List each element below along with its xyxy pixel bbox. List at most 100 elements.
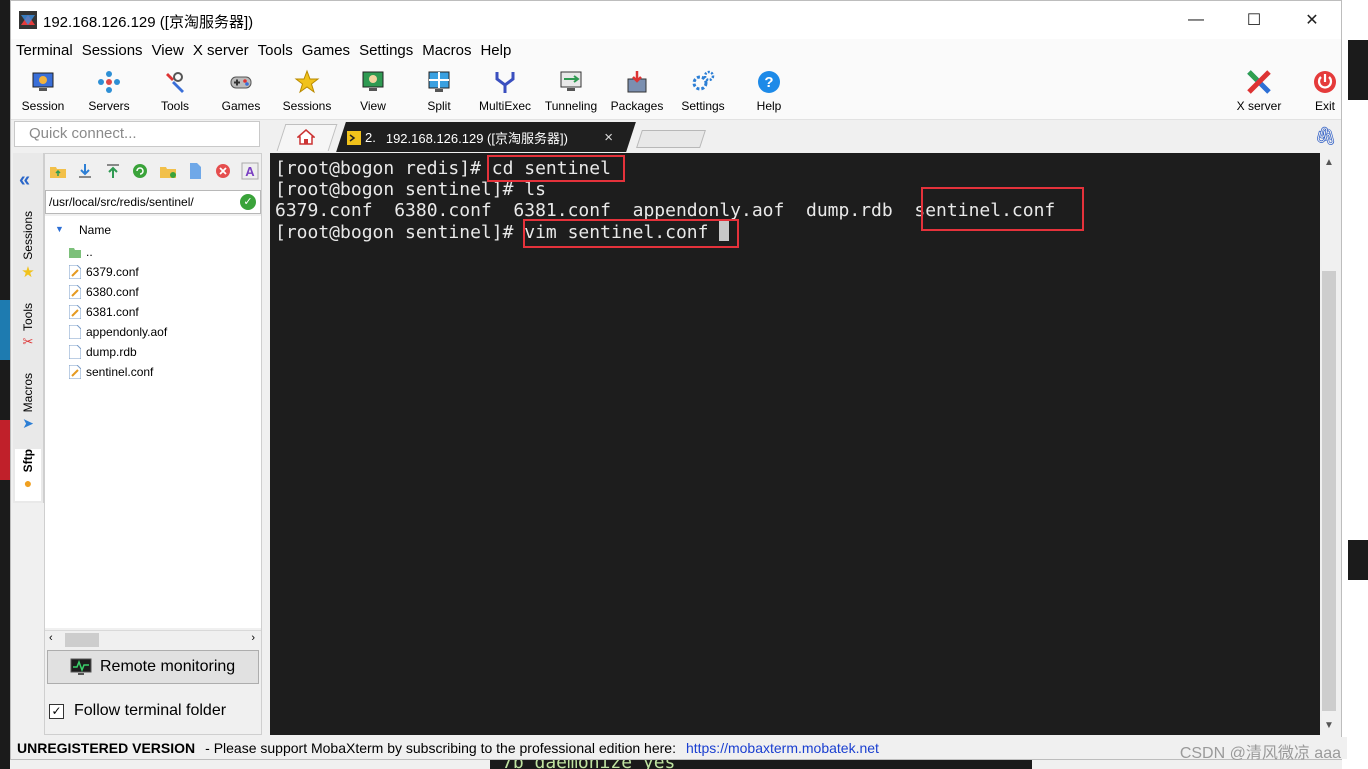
- menu-bar: Terminal Sessions View X server Tools Ga…: [11, 39, 1341, 63]
- sidetab-sftp[interactable]: Sftp ●: [15, 449, 41, 501]
- scroll-up-icon[interactable]: ▲: [1324, 157, 1334, 168]
- exit-button[interactable]: Exit: [1293, 65, 1357, 117]
- background-stripe: [0, 420, 10, 480]
- close-button[interactable]: ✕: [1283, 1, 1341, 39]
- power-icon: [1314, 71, 1336, 93]
- list-item[interactable]: 6381.conf: [69, 302, 139, 322]
- unregistered-label: UNREGISTERED VERSION: [17, 740, 196, 756]
- menu-macros[interactable]: Macros: [417, 39, 476, 63]
- send-icon: ➤: [22, 415, 34, 432]
- servers-button[interactable]: Servers: [77, 65, 141, 117]
- list-item[interactable]: ..: [69, 242, 93, 262]
- highlight-box: [487, 155, 625, 182]
- split-button[interactable]: Split: [407, 65, 471, 117]
- view-button[interactable]: View: [341, 65, 405, 117]
- toolbar: Session Servers Tools Games Sessions Vie…: [11, 63, 1341, 120]
- terminal-line: [root@bogon redis]# cd sentinel: [275, 158, 611, 179]
- star-icon: [294, 69, 320, 94]
- servers-icon: [98, 71, 120, 93]
- scroll-left-icon[interactable]: ‹: [49, 632, 53, 644]
- tab-session-2-content: 2. 192.168.126.129 ([京淘服务器]) ×: [347, 128, 627, 147]
- collapse-chevron-icon[interactable]: «: [19, 169, 30, 192]
- menu-games[interactable]: Games: [297, 39, 355, 63]
- gear-icon: [692, 70, 715, 91]
- new-folder-icon[interactable]: [159, 162, 177, 180]
- sftp-file-list: ▼ Name .. 6379.conf 6380.conf 6381.conf: [45, 216, 261, 628]
- sidetab-sessions[interactable]: Sessions ★: [15, 211, 41, 291]
- list-item[interactable]: appendonly.aof: [69, 322, 167, 342]
- watermark: CSDN @清风微凉 aaa: [1179, 745, 1341, 762]
- menu-view[interactable]: View: [147, 39, 189, 63]
- tunneling-button[interactable]: Tunneling: [539, 65, 603, 117]
- background-stripe: [0, 300, 10, 360]
- games-button[interactable]: Games: [209, 65, 273, 117]
- list-item[interactable]: 6379.conf: [69, 262, 139, 282]
- folder-up-icon[interactable]: [49, 162, 67, 180]
- horizontal-scrollbar[interactable]: ‹ ›: [45, 630, 261, 649]
- delete-icon[interactable]: [214, 162, 232, 180]
- config-file-icon: [69, 305, 81, 319]
- paperclip-icon[interactable]: 🖇: [1314, 126, 1337, 147]
- sort-arrow-icon: ▼: [55, 224, 64, 234]
- new-tab-button[interactable]: [636, 130, 706, 148]
- menu-xserver[interactable]: X server: [188, 39, 254, 63]
- menu-help[interactable]: Help: [475, 39, 516, 63]
- xserver-button[interactable]: X server: [1227, 65, 1291, 117]
- app-icon: [19, 11, 37, 29]
- split-icon: [428, 71, 450, 92]
- multiexec-button[interactable]: MultiExec: [473, 65, 537, 117]
- config-file-icon: [69, 365, 81, 379]
- remote-monitoring-button[interactable]: Remote monitoring: [47, 650, 259, 684]
- menu-terminal[interactable]: Terminal: [11, 39, 78, 63]
- home-icon: [297, 129, 315, 145]
- file-icon: [69, 345, 81, 359]
- sftp-path-input[interactable]: /usr/local/src/redis/sentinel/ ✓: [45, 190, 261, 214]
- menu-sessions[interactable]: Sessions: [77, 39, 148, 63]
- terminal-area[interactable]: [root@bogon redis]# cd sentinel [root@bog…: [270, 153, 1338, 735]
- menu-tools[interactable]: Tools: [253, 39, 298, 63]
- list-item[interactable]: sentinel.conf: [69, 362, 153, 382]
- xserver-icon: [1247, 70, 1271, 94]
- vertical-scrollbar[interactable]: ▲ ▼: [1320, 153, 1338, 735]
- maximize-button[interactable]: ☐: [1225, 1, 1283, 39]
- refresh-icon[interactable]: [131, 162, 149, 180]
- list-item[interactable]: dump.rdb: [69, 342, 137, 362]
- sidetab-macros[interactable]: Macros ➤: [15, 373, 41, 443]
- tab-close-icon[interactable]: ×: [604, 129, 613, 146]
- sftp-toolbar: A: [49, 162, 259, 184]
- sessions-button[interactable]: Sessions: [275, 65, 339, 117]
- support-message: - Please support MobaXterm by subscribin…: [205, 740, 676, 756]
- name-column-header[interactable]: ▼ Name: [45, 220, 261, 242]
- help-button[interactable]: ? Help: [737, 65, 801, 117]
- multiexec-icon: [495, 72, 515, 93]
- download-icon[interactable]: [76, 162, 94, 180]
- tools-icon: ✂: [22, 334, 34, 350]
- packages-button[interactable]: Packages: [605, 65, 669, 117]
- sftp-icon: ●: [23, 475, 33, 492]
- scroll-down-icon[interactable]: ▼: [1324, 720, 1334, 731]
- list-item[interactable]: 6380.conf: [69, 282, 139, 302]
- sftp-panel: A /usr/local/src/redis/sentinel/ ✓ ▼ Nam…: [44, 153, 262, 735]
- mobaxterm-window: 192.168.126.129 ([京淘服务器]) — ☐ ✕ Terminal…: [10, 0, 1347, 762]
- quick-connect-input[interactable]: Quick connect...: [14, 121, 260, 147]
- background-bottom: 7b daemonize yes: [10, 760, 1342, 769]
- title-bar: 192.168.126.129 ([京淘服务器]) — ☐ ✕: [11, 1, 1341, 39]
- scroll-right-icon[interactable]: ›: [251, 632, 255, 644]
- follow-terminal-folder-checkbox[interactable]: ✓ Follow terminal folder: [49, 700, 259, 722]
- session-button[interactable]: Session: [11, 65, 75, 117]
- rename-icon[interactable]: A: [241, 162, 259, 180]
- sidetab-tools[interactable]: Tools ✂: [15, 303, 41, 363]
- scrollbar-thumb[interactable]: [1322, 271, 1336, 711]
- checkmark-icon[interactable]: ✓: [240, 194, 256, 210]
- mobaxterm-link[interactable]: https://mobaxterm.mobatek.net: [686, 740, 879, 756]
- minimize-button[interactable]: —: [1167, 1, 1225, 39]
- scrollbar-thumb[interactable]: [65, 633, 99, 647]
- view-icon: [362, 71, 384, 91]
- highlight-box: [523, 219, 739, 248]
- tools-button[interactable]: Tools: [143, 65, 207, 117]
- settings-button[interactable]: Settings: [671, 65, 735, 117]
- upload-icon[interactable]: [104, 162, 122, 180]
- new-file-icon[interactable]: [186, 162, 204, 180]
- file-icon: [69, 325, 81, 339]
- menu-settings[interactable]: Settings: [354, 39, 418, 63]
